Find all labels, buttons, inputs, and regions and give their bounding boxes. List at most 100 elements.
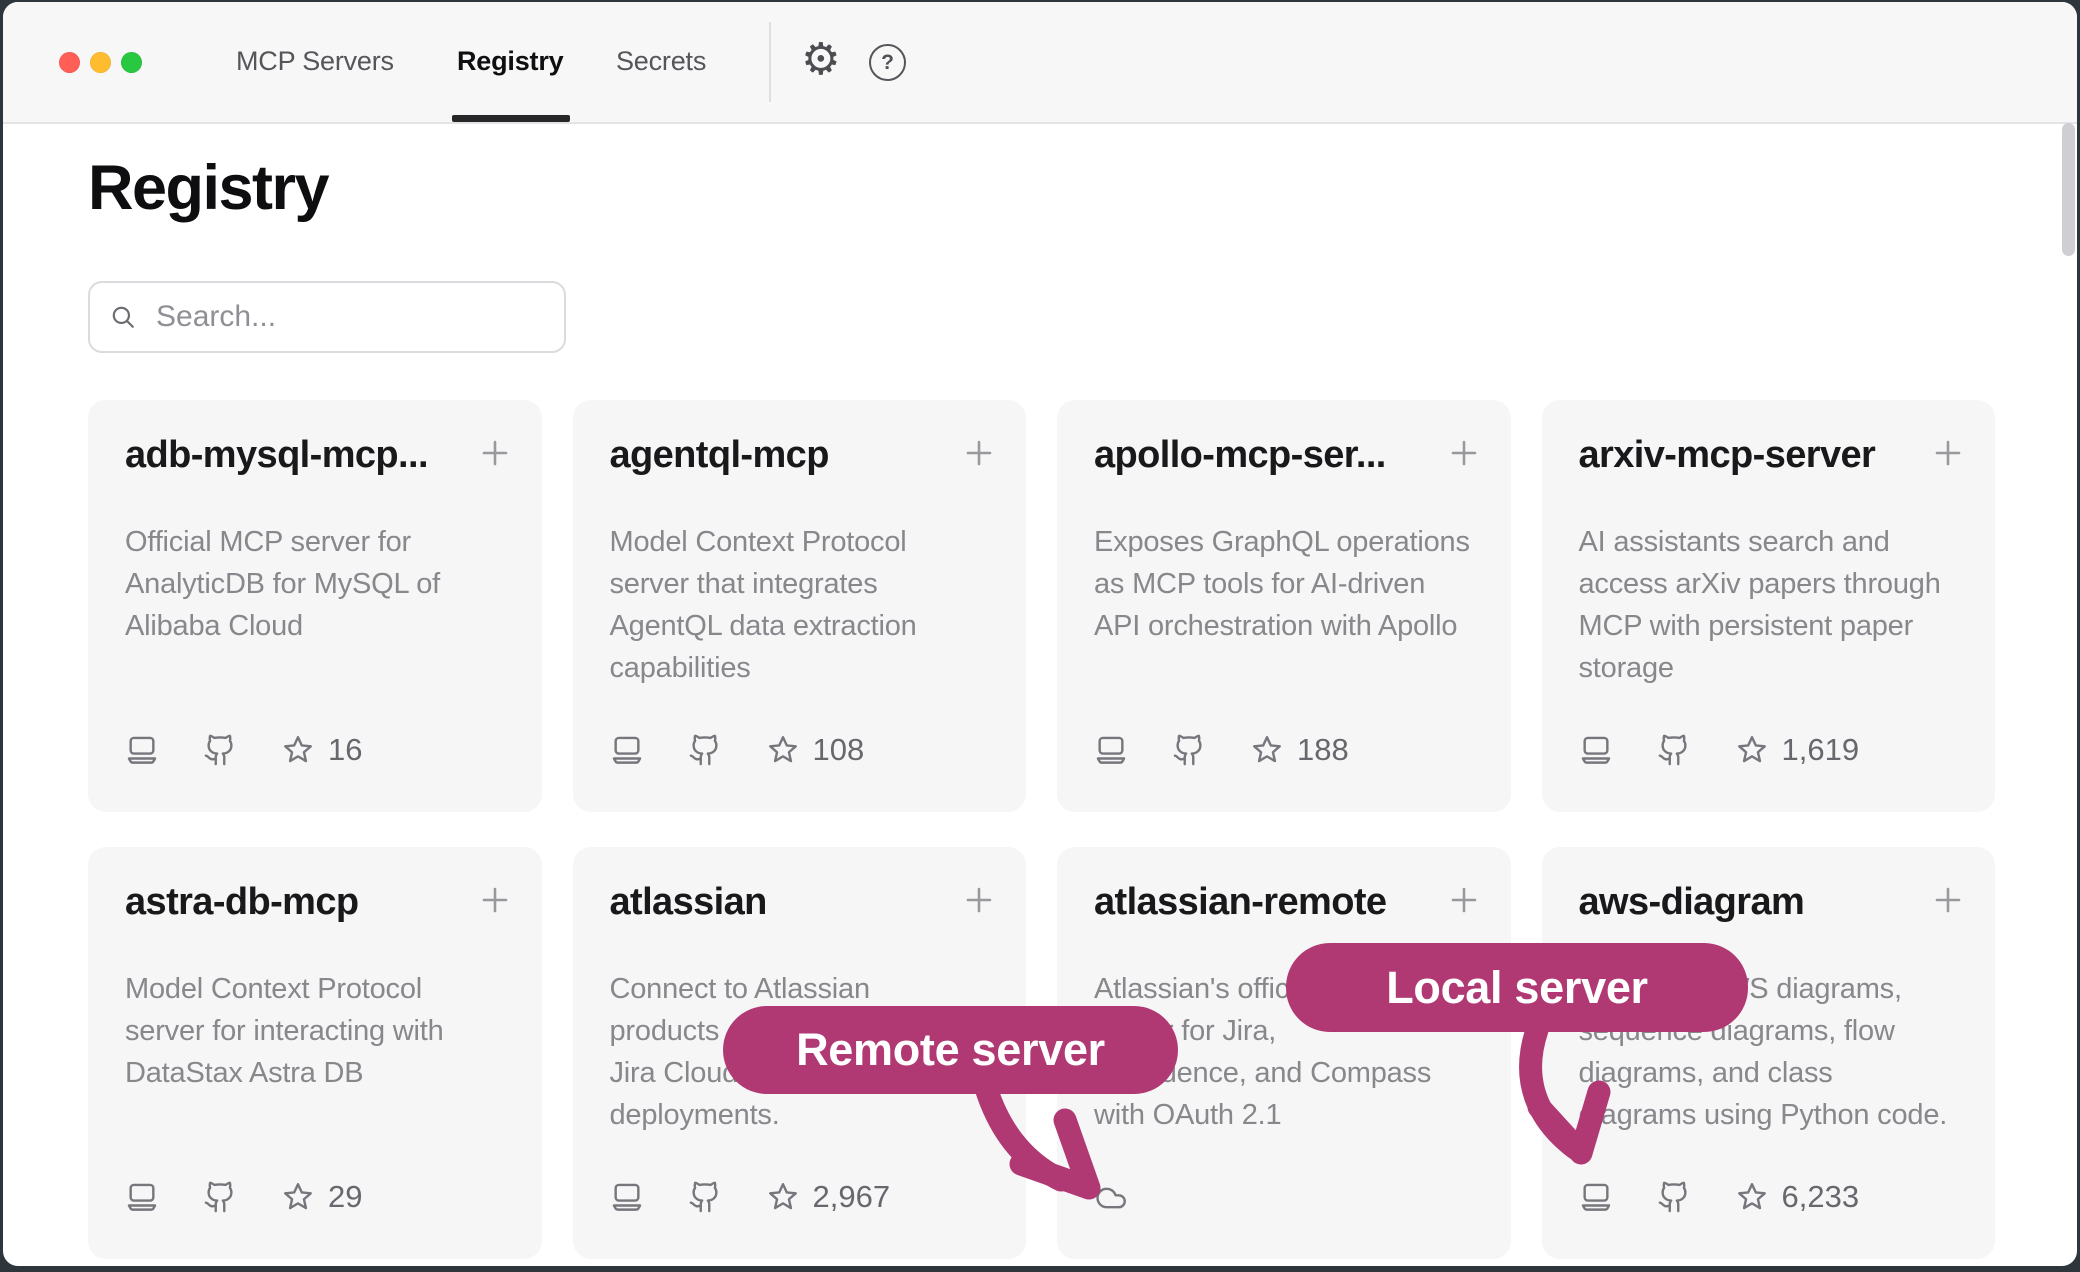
add-server-button[interactable]: [1449, 885, 1479, 915]
scrollbar-thumb[interactable]: [2062, 123, 2075, 256]
server-description: Model Context Protocolserver for interac…: [88, 968, 542, 1094]
card-footer: 16: [125, 732, 362, 768]
star-count: 29: [328, 1179, 362, 1215]
star-icon: [1735, 733, 1769, 767]
server-description: AI assistants search andaccess arXiv pap…: [1542, 521, 1996, 689]
plus-icon: [1933, 885, 1963, 915]
laptop-icon: [125, 1180, 159, 1214]
add-server-button[interactable]: [480, 438, 510, 468]
server-description: Exposes GraphQL operationsas MCP tools f…: [1057, 521, 1511, 647]
github-icon: [203, 733, 237, 767]
server-name: atlassian-remote: [1094, 881, 1386, 924]
card-footer: 2,967: [610, 1179, 891, 1215]
server-name: agentql-mcp: [610, 434, 829, 477]
description-line: as MCP tools for AI-driven: [1094, 563, 1481, 605]
description-line: AnalyticDB for MySQL of: [125, 563, 512, 605]
star-count: 6,233: [1782, 1179, 1860, 1215]
github-stars: 6,233: [1735, 1179, 1860, 1215]
plus-icon: [1933, 438, 1963, 468]
server-card-adb-mysql-mcp[interactable]: adb-mysql-mcp...Official MCP server forA…: [88, 400, 542, 812]
github-stars: 16: [281, 732, 362, 768]
card-header: apollo-mcp-ser...: [1057, 400, 1511, 477]
server-card-apollo-mcp-ser[interactable]: apollo-mcp-ser... Exposes GraphQL operati…: [1057, 400, 1511, 812]
add-server-button[interactable]: [964, 438, 994, 468]
description-line: API orchestration with Apollo: [1094, 605, 1481, 647]
card-footer: 6,233: [1579, 1179, 1860, 1215]
search-icon: [110, 302, 136, 332]
plus-icon: [1449, 885, 1479, 915]
description-line: Model Context Protocol: [610, 521, 997, 563]
card-footer: [1094, 1181, 1128, 1215]
search-box: [88, 281, 566, 353]
tab-mcp-servers[interactable]: MCP Servers: [236, 46, 394, 77]
search-input[interactable]: [154, 299, 544, 335]
laptop-icon: [1579, 733, 1613, 767]
server-card-grid: adb-mysql-mcp...Official MCP server forA…: [88, 400, 1995, 1259]
star-icon: [766, 733, 800, 767]
description-line: Alibaba Cloud: [125, 605, 512, 647]
toolbar-divider: [769, 22, 771, 102]
description-line: capabilities: [610, 647, 997, 689]
server-card-arxiv-mcp-server[interactable]: arxiv-mcp-server AI assistants search and…: [1542, 400, 1996, 812]
server-card-astra-db-mcp[interactable]: astra-db-mcp Model Context Protocolserver…: [88, 847, 542, 1259]
minimize-button[interactable]: [90, 52, 111, 73]
card-footer: 1,619: [1579, 732, 1860, 768]
star-icon: [766, 1180, 800, 1214]
add-server-button[interactable]: [1449, 438, 1479, 468]
description-line: Exposes GraphQL operations: [1094, 521, 1481, 563]
laptop-icon: [610, 1180, 644, 1214]
server-name: arxiv-mcp-server: [1579, 434, 1876, 477]
server-name: atlassian: [610, 881, 767, 924]
github-stars: 2,967: [766, 1179, 891, 1215]
close-button[interactable]: [59, 52, 80, 73]
description-line: access arXiv papers through: [1579, 563, 1966, 605]
description-line: server for interacting with: [125, 1010, 512, 1052]
server-name: adb-mysql-mcp...: [125, 434, 428, 477]
star-count: 108: [813, 732, 865, 768]
server-name: apollo-mcp-ser...: [1094, 434, 1386, 477]
gear-icon[interactable]: ⚙: [801, 38, 840, 82]
help-icon[interactable]: ?: [869, 44, 906, 81]
description-line: deployments.: [610, 1094, 997, 1136]
github-icon: [688, 1180, 722, 1214]
github-icon: [203, 1180, 237, 1214]
github-icon: [1172, 733, 1206, 767]
add-server-button[interactable]: [1933, 438, 1963, 468]
server-card-agentql-mcp[interactable]: agentql-mcp Model Context Protocolserver …: [573, 400, 1027, 812]
star-icon: [281, 1180, 315, 1214]
github-icon: [688, 733, 722, 767]
plus-icon: [480, 438, 510, 468]
plus-icon: [1449, 438, 1479, 468]
card-header: arxiv-mcp-server: [1542, 400, 1996, 477]
card-footer: 108: [610, 732, 865, 768]
description-line: storage: [1579, 647, 1966, 689]
server-card-aws-diagram[interactable]: aws-diagramGenerate AWS diagrams,sequenc…: [1542, 847, 1996, 1259]
star-icon: [281, 733, 315, 767]
card-header: atlassian-remote: [1057, 847, 1511, 924]
add-server-button[interactable]: [1933, 885, 1963, 915]
github-stars: 1,619: [1735, 732, 1860, 768]
server-name: astra-db-mcp: [125, 881, 359, 924]
window-toolbar: MCP Servers Registry Secrets ⚙ ?: [3, 2, 2077, 124]
description-line: AI assistants search and: [1579, 521, 1966, 563]
description-line: Connect to Atlassian: [610, 968, 997, 1010]
description-line: MCP with persistent paper: [1579, 605, 1966, 647]
zoom-button[interactable]: [121, 52, 142, 73]
server-name: aws-diagram: [1579, 881, 1805, 924]
github-stars: 29: [281, 1179, 362, 1215]
card-header: adb-mysql-mcp...: [88, 400, 542, 477]
star-count: 2,967: [813, 1179, 891, 1215]
add-server-button[interactable]: [480, 885, 510, 915]
laptop-icon: [125, 733, 159, 767]
local-server-callout: Local server: [1286, 943, 1748, 1032]
server-description: Model Context Protocolserver that integr…: [573, 521, 1027, 689]
add-server-button[interactable]: [964, 885, 994, 915]
tab-registry[interactable]: Registry: [457, 46, 563, 77]
app-window: MCP ServersRegistrySecrets ⚙ ? Registry …: [3, 2, 2077, 1266]
star-count: 1,619: [1782, 732, 1860, 768]
description-line: diagrams, and class: [1579, 1052, 1966, 1094]
tab-secrets[interactable]: Secrets: [616, 46, 706, 77]
card-header: astra-db-mcp: [88, 847, 542, 924]
remote-server-callout: Remote server: [723, 1006, 1178, 1094]
card-header: atlassian: [573, 847, 1027, 924]
